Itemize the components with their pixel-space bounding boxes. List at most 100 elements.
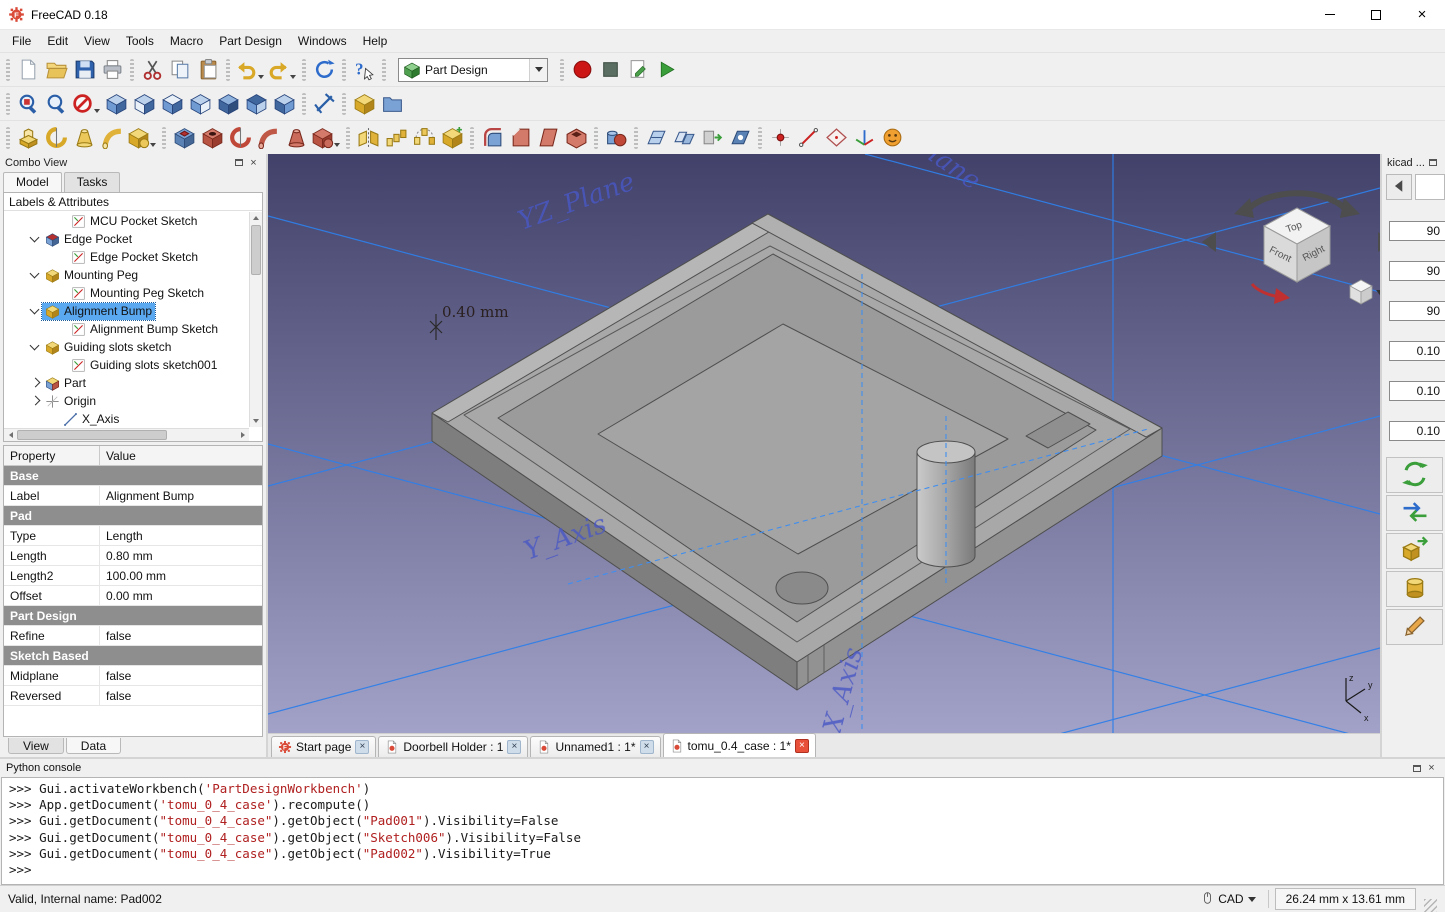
menu-item[interactable]: Tools <box>118 31 162 51</box>
navigation-style-selector[interactable]: CAD <box>1201 890 1255 909</box>
float-panel-button[interactable] <box>1409 761 1424 775</box>
scroll-right-icon[interactable] <box>236 429 249 441</box>
undo-button[interactable] <box>234 56 266 84</box>
tree-item-edge-pocket[interactable]: Edge Pocket <box>6 230 248 248</box>
view-front-button[interactable] <box>130 90 158 118</box>
toolbar-grip[interactable] <box>594 127 598 149</box>
open-folder-button[interactable] <box>42 56 70 84</box>
subtractive-pipe-button[interactable] <box>254 124 282 152</box>
toolbar-grip[interactable] <box>130 59 134 81</box>
datum-plane-button[interactable] <box>822 124 850 152</box>
ks-cyl-button[interactable] <box>1386 571 1443 607</box>
menu-item[interactable]: Macro <box>162 31 211 51</box>
polar-pattern-button[interactable] <box>410 124 438 152</box>
tree-horizontal-scrollbar[interactable] <box>4 428 249 441</box>
spin-field[interactable]: 90 <box>1389 301 1445 321</box>
toolbar-grip[interactable] <box>758 127 762 149</box>
toolbar-grip[interactable] <box>470 127 474 149</box>
view-top-button[interactable] <box>158 90 186 118</box>
minimize-button[interactable] <box>1307 0 1353 30</box>
tab-view[interactable]: View <box>8 738 64 754</box>
tab-tomu-case[interactable]: tomu_0.4_case : 1* × <box>663 733 816 757</box>
expander-icon[interactable] <box>28 392 42 410</box>
scroll-left-icon[interactable] <box>4 429 17 441</box>
spin-field[interactable]: 90 <box>1389 261 1445 281</box>
view-right-button[interactable] <box>186 90 214 118</box>
refresh-button[interactable] <box>310 56 338 84</box>
tree-vertical-scrollbar[interactable] <box>249 212 262 427</box>
shapebinder-button[interactable] <box>642 124 670 152</box>
macro-play-button[interactable] <box>652 56 680 84</box>
new-file-button[interactable] <box>14 56 42 84</box>
expander-icon[interactable] <box>28 266 42 284</box>
property-row-offset[interactable]: Offset 0.00 mm <box>4 586 262 606</box>
tab-doorbell-holder[interactable]: Doorbell Holder : 1 × <box>378 736 528 757</box>
alignment-bump[interactable] <box>776 572 828 604</box>
expander-icon[interactable] <box>46 410 60 428</box>
group-folder-button[interactable] <box>378 90 406 118</box>
spin-field[interactable]: 90 <box>1389 221 1445 241</box>
toolbar-grip[interactable] <box>560 59 564 81</box>
cut-button[interactable] <box>138 56 166 84</box>
view-left-button[interactable] <box>270 90 298 118</box>
validate-face-button[interactable] <box>878 124 906 152</box>
tree-item-mounting-peg[interactable]: Mounting Peg <box>6 266 248 284</box>
property-section-sketch-based[interactable]: Sketch Based <box>4 646 262 666</box>
clone-button[interactable] <box>670 124 698 152</box>
additive-pipe-button[interactable] <box>98 124 126 152</box>
tab-data[interactable]: Data <box>66 738 121 754</box>
workbench-dropdown-arrow[interactable] <box>529 59 547 81</box>
scroll-down-icon[interactable] <box>250 415 262 427</box>
menu-item[interactable]: Edit <box>39 31 76 51</box>
dropdown-arrow-icon[interactable] <box>150 143 156 147</box>
property-row-midplane[interactable]: Midplane false <box>4 666 262 686</box>
pad-button[interactable] <box>14 124 42 152</box>
property-section-base[interactable]: Base <box>4 466 262 486</box>
scrollbar-thumb[interactable] <box>17 430 167 440</box>
toolbar-grip[interactable] <box>6 127 10 149</box>
pocket-button[interactable] <box>170 124 198 152</box>
pan-right-arrow-icon[interactable] <box>1378 232 1380 252</box>
toolbar-grip[interactable] <box>6 93 10 115</box>
property-row-length2[interactable]: Length2 100.00 mm <box>4 566 262 586</box>
expander-icon[interactable] <box>54 212 68 230</box>
toolbar-grip[interactable] <box>302 59 306 81</box>
local-cs-button[interactable] <box>850 124 878 152</box>
subtractive-loft-button[interactable] <box>282 124 310 152</box>
close-button[interactable]: × <box>1399 0 1445 30</box>
tab-close-icon[interactable]: × <box>507 740 521 754</box>
toolbar-grip[interactable] <box>226 59 230 81</box>
print-button[interactable] <box>98 56 126 84</box>
resize-grip[interactable] <box>1424 899 1437 912</box>
expander-icon[interactable] <box>28 338 42 356</box>
boolean-button[interactable] <box>602 124 630 152</box>
spin-field[interactable]: 0.10 <box>1389 381 1445 401</box>
mounting-peg-cylinder[interactable] <box>917 441 975 567</box>
tree-item-guiding-slots-sketch001[interactable]: Guiding slots sketch001 <box>6 356 248 374</box>
expander-icon[interactable] <box>54 320 68 338</box>
toolbar-grip[interactable] <box>302 93 306 115</box>
scrollbar-thumb[interactable] <box>251 225 261 275</box>
toolbar-grip[interactable] <box>382 59 386 81</box>
menu-item[interactable]: Windows <box>290 31 355 51</box>
tab-tasks[interactable]: Tasks <box>64 172 121 192</box>
spin-field[interactable]: 0.10 <box>1389 421 1445 441</box>
menu-item[interactable]: Help <box>355 31 396 51</box>
draw-style-button[interactable] <box>70 90 102 118</box>
property-row-label[interactable]: Label Alignment Bump <box>4 486 262 506</box>
tree-item-guiding-slots-sketch[interactable]: Guiding slots sketch <box>6 338 248 356</box>
macro-edit-button[interactable] <box>624 56 652 84</box>
migrate-button[interactable] <box>698 124 726 152</box>
dropdown-arrow-icon[interactable] <box>290 75 296 79</box>
whats-this-button[interactable]: ? <box>350 56 378 84</box>
property-section-part-design[interactable]: Part Design <box>4 606 262 626</box>
multitransform-button[interactable] <box>438 124 466 152</box>
ks-sync-button[interactable] <box>1386 457 1443 493</box>
tree-item-alignment-bump-sketch[interactable]: Alignment Bump Sketch <box>6 320 248 338</box>
tab-close-icon[interactable]: × <box>640 740 654 754</box>
copy-button[interactable] <box>166 56 194 84</box>
expander-icon[interactable] <box>28 374 42 392</box>
toolbar-grip[interactable] <box>342 93 346 115</box>
kicad-partial-button[interactable] <box>1415 174 1445 200</box>
tree-item-mounting-peg-sketch[interactable]: Mounting Peg Sketch <box>6 284 248 302</box>
